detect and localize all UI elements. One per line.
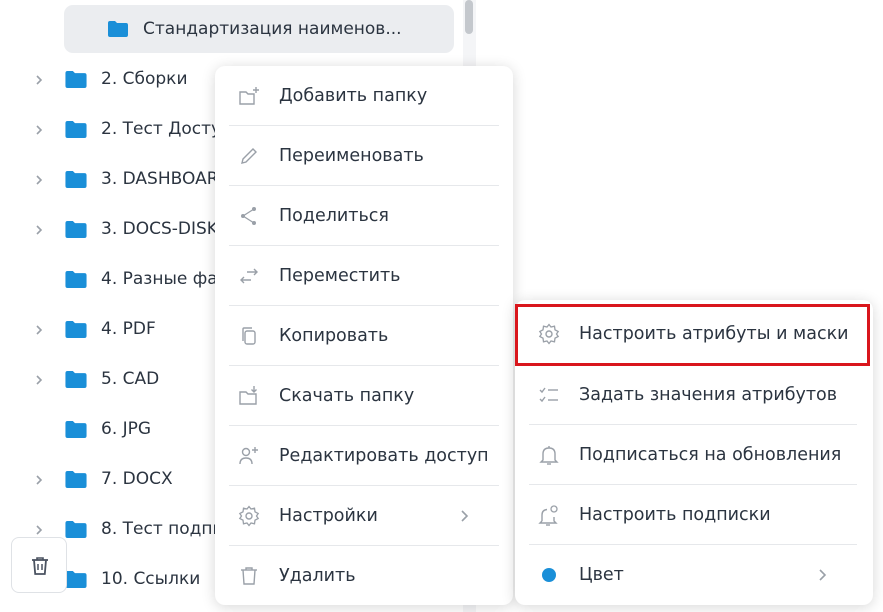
- chevron-right-icon[interactable]: [32, 122, 46, 136]
- menu-item-label: Настройки: [279, 506, 378, 526]
- gear-icon: [238, 505, 260, 527]
- tree-item-label: 2. Тест Досту: [101, 119, 222, 139]
- tree-item-selected[interactable]: Стандартизация наименов...: [64, 5, 454, 53]
- folder-icon: [64, 320, 88, 343]
- chevron-right-icon[interactable]: [32, 372, 46, 386]
- menu-item-label: Редактировать доступ: [279, 446, 489, 466]
- tree-item-label: 5. CAD: [101, 369, 160, 389]
- submenu-item-configure-subscriptions[interactable]: Настроить подписки: [515, 485, 873, 545]
- tree-item-label: 8. Тест подпи: [101, 519, 224, 539]
- submenu-item-set-attribute-values[interactable]: Задать значения атрибутов: [515, 365, 873, 425]
- chevron-right-icon[interactable]: [32, 172, 46, 186]
- tree-item-label: 7. DOCX: [101, 469, 173, 489]
- menu-item-move[interactable]: Переместить: [215, 246, 513, 306]
- submenu-item-subscribe-updates[interactable]: Подписаться на обновления: [515, 425, 873, 485]
- submenu-item-label: Настроить подписки: [579, 505, 771, 525]
- menu-item-share[interactable]: Поделиться: [215, 186, 513, 246]
- folder-icon: [64, 520, 88, 543]
- move-arrows-icon: [240, 268, 258, 284]
- folder-icon: [107, 20, 129, 42]
- menu-item-label: Переместить: [279, 266, 401, 286]
- submenu-item-label: Настроить атрибуты и маски: [579, 324, 849, 344]
- folder-icon: [64, 170, 88, 193]
- chevron-right-icon: [819, 569, 827, 581]
- menu-item-copy[interactable]: Копировать: [215, 306, 513, 366]
- menu-item-add-folder[interactable]: Добавить папку: [215, 66, 513, 126]
- tree-item-label: 6. JPG: [101, 419, 152, 439]
- chevron-right-icon[interactable]: [32, 472, 46, 486]
- folder-icon: [64, 220, 88, 243]
- chevron-right-icon: [461, 510, 469, 522]
- trash-button[interactable]: [11, 537, 67, 593]
- submenu-item-label: Цвет: [579, 565, 624, 585]
- submenu-item-label: Задать значения атрибутов: [579, 385, 838, 405]
- menu-item-label: Копировать: [279, 326, 389, 346]
- menu-item-edit-access[interactable]: Редактировать доступ: [215, 426, 513, 486]
- tree-item-label: 10. Ссылки: [101, 569, 201, 589]
- menu-item-label: Удалить: [279, 566, 356, 586]
- menu-item-rename[interactable]: Переименовать: [215, 126, 513, 186]
- submenu-item-configure-attributes[interactable]: Настроить атрибуты и маски: [515, 304, 873, 364]
- submenu-item-color[interactable]: Цвет: [515, 545, 873, 605]
- folder-icon: [64, 270, 88, 293]
- scrollbar-thumb[interactable]: [465, 0, 473, 34]
- menu-item-label: Поделиться: [279, 206, 389, 226]
- tree-item-label: 4. Разные фа: [101, 269, 218, 289]
- chevron-right-icon[interactable]: [32, 222, 46, 236]
- tree-item-label: 3. DASHBOARD: [101, 169, 232, 189]
- settings-submenu: Настроить атрибуты и маски Задать значен…: [515, 300, 873, 605]
- chevron-right-icon[interactable]: [32, 72, 46, 86]
- submenu-item-label: Подписаться на обновления: [579, 445, 842, 465]
- folder-add-icon: [239, 87, 259, 105]
- folder-icon: [64, 570, 88, 593]
- pencil-icon: [241, 148, 257, 164]
- tree-item-label: 3. DOCS-DISK: [101, 219, 218, 239]
- context-menu: Добавить папку Переименовать Поделиться …: [215, 66, 513, 605]
- folder-icon: [64, 120, 88, 143]
- menu-item-download-folder[interactable]: Скачать папку: [215, 366, 513, 426]
- menu-item-label: Скачать папку: [279, 386, 415, 406]
- menu-item-settings[interactable]: Настройки: [215, 486, 513, 546]
- chevron-right-icon[interactable]: [32, 322, 46, 336]
- trash-icon: [241, 567, 257, 585]
- menu-item-delete[interactable]: Удалить: [215, 546, 513, 606]
- user-add-icon: [239, 447, 258, 465]
- folder-icon: [64, 370, 88, 393]
- menu-item-label: Переименовать: [279, 146, 424, 166]
- bell-icon: [539, 446, 559, 465]
- copy-icon: [242, 327, 256, 345]
- menu-item-label: Добавить папку: [279, 86, 428, 106]
- checklist-icon: [539, 387, 558, 403]
- share-icon: [241, 207, 256, 225]
- tree-item-label: 4. PDF: [101, 319, 156, 339]
- folder-icon: [64, 420, 88, 443]
- trash-icon: [32, 557, 48, 575]
- folder-icon: [64, 470, 88, 493]
- chevron-right-icon[interactable]: [32, 522, 46, 536]
- gear-icon: [538, 323, 560, 345]
- tree-item-label: 2. Сборки: [101, 69, 188, 89]
- color-dot-icon: [542, 568, 556, 582]
- tree-item-label: Стандартизация наименов...: [143, 19, 402, 39]
- folder-download-icon: [239, 386, 257, 405]
- bell-settings-icon: [538, 505, 558, 526]
- folder-icon: [64, 70, 88, 93]
